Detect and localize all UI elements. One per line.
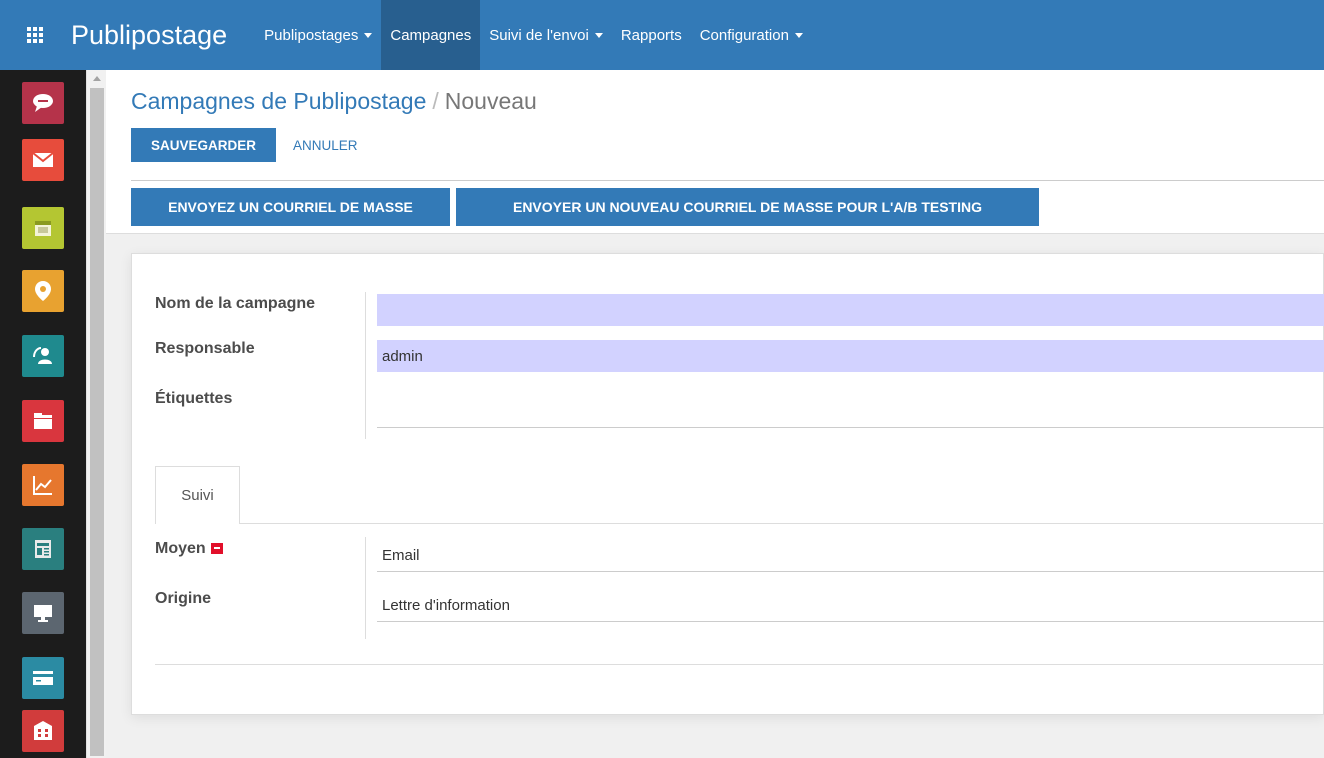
menu-rapports[interactable]: Rapports bbox=[612, 0, 691, 70]
app-title: Publipostage bbox=[71, 19, 228, 50]
envelope-icon[interactable] bbox=[22, 139, 64, 181]
monitor-icon[interactable] bbox=[22, 592, 64, 634]
source-field[interactable]: Lettre d'information bbox=[377, 590, 1324, 622]
contacts-icon[interactable] bbox=[22, 335, 64, 377]
menu-label: Campagnes bbox=[390, 26, 472, 44]
medium-label: Moyen bbox=[155, 540, 223, 558]
menu-publipostages[interactable]: Publipostages bbox=[255, 0, 381, 70]
form-sheet: Nom de la campagne Responsable Étiquette… bbox=[131, 253, 1324, 715]
menu-configuration[interactable]: Configuration bbox=[691, 0, 812, 70]
divider bbox=[131, 180, 1324, 181]
tags-label: Étiquettes bbox=[155, 390, 233, 407]
control-panel: Campagnes de Publipostage / Nouveau SAUVEG… bbox=[106, 70, 1324, 233]
menu-label: Rapports bbox=[620, 26, 682, 44]
caret-down-icon bbox=[594, 32, 603, 38]
top-navbar: Publipostage Publipostages Campagnes Sui… bbox=[0, 0, 1324, 70]
newspaper-icon[interactable] bbox=[22, 528, 64, 570]
cancel-button[interactable]: ANNULER bbox=[293, 128, 358, 162]
apps-menu-icon[interactable] bbox=[0, 0, 70, 70]
campaign-name-input[interactable] bbox=[377, 294, 1324, 326]
breadcrumb: Campagnes de Publipostage / Nouveau bbox=[131, 88, 537, 115]
apps-sidebar bbox=[0, 70, 86, 758]
menu-campagnes[interactable]: Campagnes bbox=[381, 0, 481, 70]
source-label: Origine bbox=[155, 590, 212, 607]
scroll-up-icon[interactable] bbox=[93, 76, 101, 81]
main-menu: Publipostages Campagnes Suivi de l'envoi… bbox=[255, 0, 812, 70]
map-pin-icon[interactable] bbox=[22, 270, 64, 312]
divider bbox=[155, 664, 1324, 665]
calendar-icon[interactable] bbox=[22, 207, 64, 249]
tags-field[interactable] bbox=[377, 396, 1324, 428]
card-icon[interactable] bbox=[22, 657, 64, 699]
menu-label: Configuration bbox=[699, 26, 789, 44]
responsible-label: Responsable bbox=[155, 340, 255, 357]
scroll-thumb[interactable] bbox=[90, 88, 104, 756]
field-divider bbox=[365, 537, 366, 639]
tab-border bbox=[239, 523, 1324, 524]
folder-icon[interactable] bbox=[22, 400, 64, 442]
chat-icon[interactable] bbox=[22, 82, 64, 124]
menu-suivi-envoi[interactable]: Suivi de l'envoi bbox=[480, 0, 612, 70]
breadcrumb-separator: / bbox=[432, 88, 439, 114]
breadcrumb-current: Nouveau bbox=[444, 88, 537, 114]
tab-suivi[interactable]: Suivi bbox=[155, 466, 240, 524]
required-marker-icon bbox=[210, 543, 223, 554]
sidebar-scrollbar[interactable] bbox=[86, 70, 106, 758]
menu-label: Publipostages bbox=[264, 26, 359, 44]
caret-down-icon bbox=[794, 32, 803, 38]
divider bbox=[106, 233, 1324, 234]
medium-field[interactable]: Email bbox=[377, 540, 1324, 572]
medium-label-text: Moyen bbox=[155, 540, 206, 557]
send-ab-testing-button[interactable]: ENVOYER UN NOUVEAU COURRIEL DE MASSE POU… bbox=[456, 188, 1039, 226]
save-button[interactable]: SAUVEGARDER bbox=[131, 128, 276, 162]
menu-label: Suivi de l'envoi bbox=[489, 26, 589, 44]
building-icon[interactable] bbox=[22, 710, 64, 752]
chart-icon[interactable] bbox=[22, 464, 64, 506]
field-divider bbox=[365, 292, 366, 439]
responsible-field[interactable]: admin bbox=[377, 340, 1324, 372]
breadcrumb-parent[interactable]: Campagnes de Publipostage bbox=[131, 88, 426, 114]
send-mass-mail-button[interactable]: ENVOYEZ UN COURRIEL DE MASSE bbox=[131, 188, 450, 226]
campaign-name-label: Nom de la campagne bbox=[155, 295, 316, 312]
caret-down-icon bbox=[364, 32, 373, 38]
